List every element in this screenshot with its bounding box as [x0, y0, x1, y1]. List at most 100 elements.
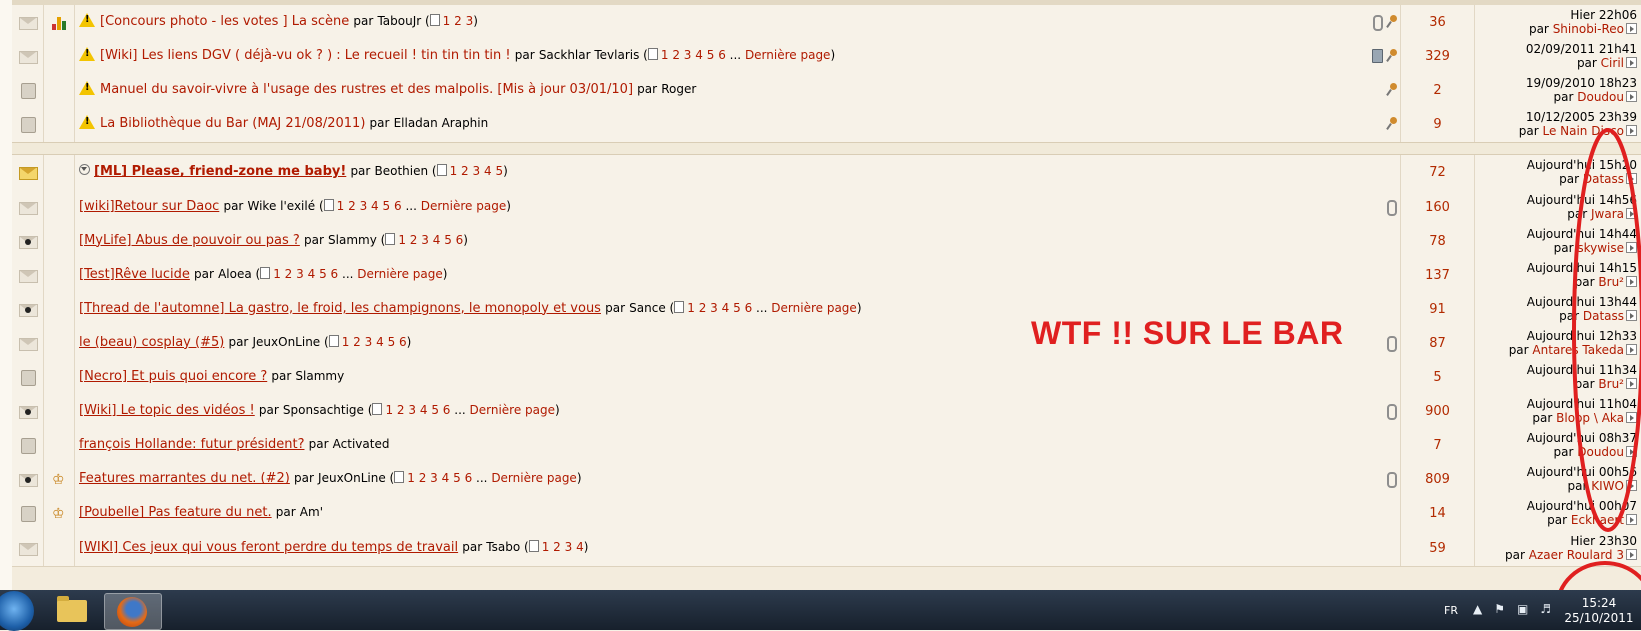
last-post-user[interactable]: Shinobi-Reo [1553, 22, 1624, 36]
reply-count[interactable]: 14 [1400, 496, 1475, 532]
page-link[interactable]: 3 [565, 540, 573, 554]
last-post-user[interactable]: Azaer Roulard 3 [1529, 548, 1624, 562]
page-link[interactable]: 5 [431, 403, 439, 417]
last-post-user[interactable]: Datass [1583, 172, 1624, 186]
page-link[interactable]: 5 [707, 48, 715, 62]
page-link[interactable]: 6 [718, 48, 726, 62]
page-link[interactable]: 1 [450, 164, 458, 178]
page-link[interactable]: 4 [308, 267, 316, 281]
taskbar-explorer-button[interactable] [44, 593, 100, 628]
last-post-user[interactable]: Bru² [1598, 275, 1624, 289]
last-post-user[interactable]: Doudou [1577, 445, 1624, 459]
page-link[interactable]: 5 [453, 471, 461, 485]
page-link[interactable]: 5 [495, 164, 503, 178]
page-link[interactable]: 4 [376, 335, 384, 349]
taskbar-clock[interactable]: 15:24 25/10/2011 [1564, 596, 1634, 626]
page-link[interactable]: 1 [385, 403, 393, 417]
page-link[interactable]: 2 [699, 301, 707, 315]
goto-last-post-icon[interactable] [1626, 480, 1637, 492]
last-post-user[interactable]: Ciril [1601, 56, 1624, 70]
topic-title-link[interactable]: [Wiki] Les liens DGV ( déjà-vu ok ? ) : … [100, 48, 511, 63]
page-link[interactable]: 6 [331, 267, 339, 281]
page-link[interactable]: 2 [397, 403, 405, 417]
topic-title-link[interactable]: [Wiki] Le topic des vidéos ! [79, 403, 255, 418]
page-link[interactable]: 6 [399, 335, 407, 349]
topic-title-link[interactable]: le (beau) cosplay (#5) [79, 335, 224, 350]
page-link[interactable]: 5 [383, 199, 391, 213]
page-link[interactable]: 3 [360, 199, 368, 213]
page-link[interactable]: 1 [542, 540, 550, 554]
page-link[interactable]: 1 [342, 335, 350, 349]
page-link[interactable]: 6 [394, 199, 402, 213]
page-link[interactable]: 1 [661, 48, 669, 62]
goto-last-post-icon[interactable] [1626, 173, 1637, 185]
page-link[interactable]: 4 [695, 48, 703, 62]
last-post-user[interactable]: Antares Takeda [1532, 343, 1624, 357]
page-link[interactable]: 3 [710, 301, 718, 315]
reply-count[interactable]: 329 [1400, 39, 1475, 75]
page-link[interactable]: 6 [443, 403, 451, 417]
language-indicator[interactable]: FR [1444, 604, 1458, 617]
last-post-user[interactable]: KIWO [1591, 479, 1624, 493]
reply-count[interactable]: 809 [1400, 462, 1475, 498]
goto-last-post-icon[interactable] [1626, 378, 1637, 389]
page-link[interactable]: 4 [484, 164, 492, 178]
goto-last-post-icon[interactable] [1626, 446, 1637, 458]
topic-title-link[interactable]: La Bibliothèque du Bar (MAJ 21/08/2011) [100, 116, 365, 131]
last-post-user[interactable]: Doudou [1577, 90, 1624, 104]
last-post-user[interactable]: skywise [1577, 241, 1624, 255]
topic-title-link[interactable]: [ML] Please, friend-zone me baby! [94, 164, 346, 179]
topic-title-link[interactable]: [wiki]Retour sur Daoc [79, 199, 219, 214]
page-link[interactable]: 3 [430, 471, 438, 485]
volume-icon[interactable]: ♬ [1540, 602, 1551, 616]
last-page-link[interactable]: Dernière page [470, 403, 556, 417]
page-link[interactable]: 1 [273, 267, 281, 281]
topic-title-link[interactable]: [Thread de l'automne] La gastro, le froi… [79, 301, 601, 316]
page-link[interactable]: 1 [443, 14, 451, 28]
last-post-user[interactable]: Bru² [1598, 377, 1624, 391]
last-post-user[interactable]: Bloop \ Aka [1556, 411, 1624, 425]
goto-last-post-icon[interactable] [1626, 514, 1637, 526]
tray-expand-icon[interactable]: ▲ [1473, 602, 1482, 616]
goto-last-post-icon[interactable] [1626, 91, 1637, 103]
page-link[interactable]: 5 [444, 233, 452, 247]
page-link[interactable]: 3 [408, 403, 416, 417]
page-link[interactable]: 2 [353, 335, 361, 349]
last-post-user[interactable]: Jwara [1591, 207, 1624, 221]
goto-last-post-icon[interactable] [1626, 412, 1637, 424]
last-post-user[interactable]: Eckhaert [1571, 513, 1624, 527]
reply-count[interactable]: 87 [1400, 325, 1475, 361]
reply-count[interactable]: 2 [1400, 73, 1475, 109]
page-link[interactable]: 4 [722, 301, 730, 315]
topic-title-link[interactable]: [Concours photo - les votes ] La scène [100, 14, 349, 29]
page-link[interactable]: 5 [388, 335, 396, 349]
page-link[interactable]: 3 [473, 164, 481, 178]
goto-last-post-icon[interactable] [1626, 23, 1637, 34]
taskbar-firefox-button[interactable] [104, 593, 162, 630]
last-page-link[interactable]: Dernière page [421, 199, 507, 213]
page-link[interactable]: 2 [419, 471, 427, 485]
page-link[interactable]: 3 [684, 48, 692, 62]
page-link[interactable]: 4 [433, 233, 441, 247]
reply-count[interactable]: 78 [1400, 223, 1475, 259]
page-link[interactable]: 5 [733, 301, 741, 315]
page-link[interactable]: 1 [398, 233, 406, 247]
goto-last-post-icon[interactable] [1626, 309, 1637, 321]
topic-title-link[interactable]: [Necro] Et puis quoi encore ? [79, 369, 267, 384]
page-link[interactable]: 2 [461, 164, 469, 178]
page-link[interactable]: 3 [365, 335, 373, 349]
goto-last-post-icon[interactable] [1626, 241, 1637, 253]
page-link[interactable]: 1 [407, 471, 415, 485]
goto-last-post-icon[interactable] [1626, 343, 1637, 355]
page-link[interactable]: 2 [672, 48, 680, 62]
reply-count[interactable]: 36 [1400, 5, 1475, 40]
page-link[interactable]: 4 [420, 403, 428, 417]
reply-count[interactable]: 59 [1400, 530, 1475, 566]
action-center-flag-icon[interactable]: ⚑ [1494, 602, 1505, 616]
page-link[interactable]: 4 [442, 471, 450, 485]
page-link[interactable]: 3 [466, 14, 474, 28]
last-post-user[interactable]: Datass [1583, 309, 1624, 323]
reply-count[interactable]: 72 [1400, 155, 1475, 191]
page-link[interactable]: 2 [553, 540, 561, 554]
reply-count[interactable]: 9 [1400, 107, 1475, 143]
